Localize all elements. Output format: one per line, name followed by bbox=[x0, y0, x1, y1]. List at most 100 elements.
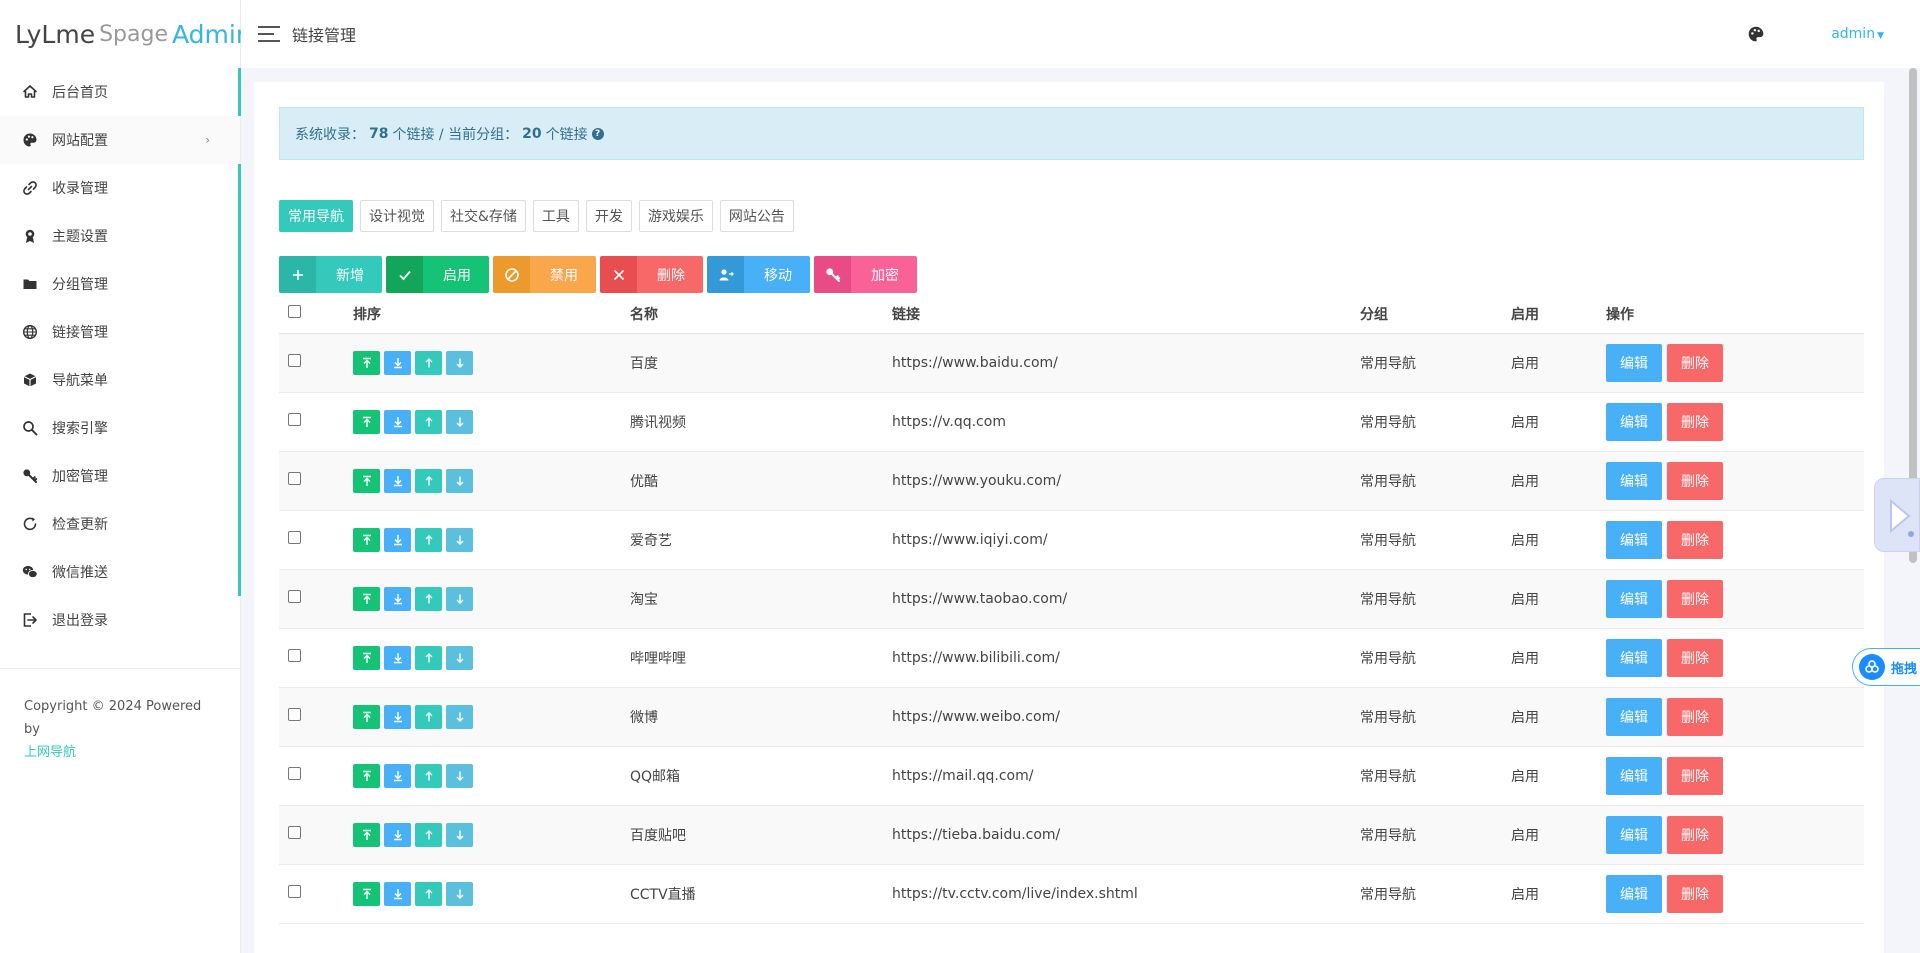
sidebar-item-search-engines[interactable]: 搜索引擎 bbox=[0, 404, 241, 452]
copyright-link[interactable]: 上网导航 bbox=[24, 745, 76, 760]
move-bottom-icon[interactable] bbox=[384, 763, 411, 788]
move-up-icon[interactable] bbox=[415, 645, 442, 670]
tab-games[interactable]: 游戏娱乐 bbox=[638, 200, 713, 232]
move-down-icon[interactable] bbox=[446, 822, 473, 847]
move-top-icon[interactable] bbox=[353, 409, 380, 434]
move-button[interactable]: 移动 bbox=[707, 256, 810, 293]
move-bottom-icon[interactable] bbox=[384, 586, 411, 611]
row-checkbox[interactable] bbox=[288, 649, 301, 662]
sidebar-item-links[interactable]: 链接管理 bbox=[0, 308, 241, 356]
edit-button[interactable]: 编辑 bbox=[1606, 815, 1662, 854]
row-checkbox[interactable] bbox=[288, 354, 301, 367]
row-checkbox[interactable] bbox=[288, 885, 301, 898]
move-top-icon[interactable] bbox=[353, 527, 380, 552]
row-delete-button[interactable]: 删除 bbox=[1667, 461, 1723, 500]
row-checkbox[interactable] bbox=[288, 708, 301, 721]
sidebar-item-site-config[interactable]: 网站配置 › bbox=[0, 116, 240, 164]
sidebar-item-groups[interactable]: 分组管理 bbox=[0, 260, 241, 308]
tab-announcements[interactable]: 网站公告 bbox=[719, 200, 794, 232]
move-down-icon[interactable] bbox=[446, 704, 473, 729]
enable-button[interactable]: 启用 bbox=[386, 256, 489, 293]
move-up-icon[interactable] bbox=[415, 763, 442, 788]
move-down-icon[interactable] bbox=[446, 409, 473, 434]
sidebar-item-encryption[interactable]: 加密管理 bbox=[0, 452, 241, 500]
move-up-icon[interactable] bbox=[415, 409, 442, 434]
sidebar-item-wechat-push[interactable]: 微信推送 bbox=[0, 548, 241, 596]
edit-button[interactable]: 编辑 bbox=[1606, 343, 1662, 382]
theme-palette-icon[interactable] bbox=[1747, 25, 1765, 43]
help-icon[interactable]: ? bbox=[591, 127, 604, 140]
row-delete-button[interactable]: 删除 bbox=[1667, 343, 1723, 382]
row-checkbox[interactable] bbox=[288, 531, 301, 544]
edit-button[interactable]: 编辑 bbox=[1606, 756, 1662, 795]
move-top-icon[interactable] bbox=[353, 468, 380, 493]
sidebar-item-dashboard[interactable]: 后台首页 bbox=[0, 68, 241, 116]
row-delete-button[interactable]: 删除 bbox=[1667, 579, 1723, 618]
move-top-icon[interactable] bbox=[353, 645, 380, 670]
edit-button[interactable]: 编辑 bbox=[1606, 874, 1662, 913]
move-up-icon[interactable] bbox=[415, 881, 442, 906]
edit-button[interactable]: 编辑 bbox=[1606, 520, 1662, 559]
move-up-icon[interactable] bbox=[415, 822, 442, 847]
move-top-icon[interactable] bbox=[353, 350, 380, 375]
move-down-icon[interactable] bbox=[446, 763, 473, 788]
move-up-icon[interactable] bbox=[415, 704, 442, 729]
sidebar-item-nav-menu[interactable]: 导航菜单 bbox=[0, 356, 241, 404]
encrypt-button[interactable]: 加密 bbox=[814, 256, 917, 293]
select-all-checkbox[interactable] bbox=[288, 305, 301, 319]
row-checkbox[interactable] bbox=[288, 413, 301, 426]
row-delete-button[interactable]: 删除 bbox=[1667, 520, 1723, 559]
row-delete-button[interactable]: 删除 bbox=[1667, 638, 1723, 677]
floating-drag-widget[interactable]: 拖拽 bbox=[1852, 648, 1920, 686]
move-bottom-icon[interactable] bbox=[384, 704, 411, 729]
move-bottom-icon[interactable] bbox=[384, 468, 411, 493]
move-down-icon[interactable] bbox=[446, 350, 473, 375]
move-top-icon[interactable] bbox=[353, 881, 380, 906]
move-bottom-icon[interactable] bbox=[384, 350, 411, 375]
sidebar-item-submissions[interactable]: 收录管理 bbox=[0, 164, 241, 212]
edit-button[interactable]: 编辑 bbox=[1606, 402, 1662, 441]
move-down-icon[interactable] bbox=[446, 586, 473, 611]
sidebar-item-check-update[interactable]: 检查更新 bbox=[0, 500, 241, 548]
tab-dev[interactable]: 开发 bbox=[585, 200, 632, 232]
move-bottom-icon[interactable] bbox=[384, 409, 411, 434]
delete-button[interactable]: 删除 bbox=[600, 256, 703, 293]
row-delete-button[interactable]: 删除 bbox=[1667, 402, 1723, 441]
add-button[interactable]: 新增 bbox=[279, 256, 382, 293]
edit-button[interactable]: 编辑 bbox=[1606, 461, 1662, 500]
edit-button[interactable]: 编辑 bbox=[1606, 638, 1662, 677]
row-checkbox[interactable] bbox=[288, 472, 301, 485]
move-top-icon[interactable] bbox=[353, 822, 380, 847]
move-up-icon[interactable] bbox=[415, 468, 442, 493]
row-checkbox[interactable] bbox=[288, 590, 301, 603]
move-down-icon[interactable] bbox=[446, 881, 473, 906]
edit-button[interactable]: 编辑 bbox=[1606, 697, 1662, 736]
move-bottom-icon[interactable] bbox=[384, 822, 411, 847]
tab-social-storage[interactable]: 社交&存储 bbox=[441, 200, 526, 232]
move-up-icon[interactable] bbox=[415, 350, 442, 375]
sidebar-item-theme[interactable]: 主题设置 bbox=[0, 212, 241, 260]
move-down-icon[interactable] bbox=[446, 468, 473, 493]
app-logo[interactable]: LyLme Spage Admin bbox=[0, 0, 252, 68]
floating-assistant-icon[interactable] bbox=[1874, 478, 1920, 552]
disable-button[interactable]: 禁用 bbox=[493, 256, 596, 293]
row-checkbox[interactable] bbox=[288, 826, 301, 839]
tab-tools[interactable]: 工具 bbox=[532, 200, 579, 232]
move-bottom-icon[interactable] bbox=[384, 645, 411, 670]
row-delete-button[interactable]: 删除 bbox=[1667, 697, 1723, 736]
move-up-icon[interactable] bbox=[415, 586, 442, 611]
edit-button[interactable]: 编辑 bbox=[1606, 579, 1662, 618]
row-delete-button[interactable]: 删除 bbox=[1667, 815, 1723, 854]
move-bottom-icon[interactable] bbox=[384, 527, 411, 552]
tab-design[interactable]: 设计视觉 bbox=[360, 200, 434, 232]
move-down-icon[interactable] bbox=[446, 645, 473, 670]
move-down-icon[interactable] bbox=[446, 527, 473, 552]
row-delete-button[interactable]: 删除 bbox=[1667, 756, 1723, 795]
tab-common-nav[interactable]: 常用导航 bbox=[279, 200, 353, 232]
move-bottom-icon[interactable] bbox=[384, 881, 411, 906]
user-menu[interactable]: admin ▼ bbox=[1831, 26, 1884, 42]
move-top-icon[interactable] bbox=[353, 704, 380, 729]
move-up-icon[interactable] bbox=[415, 527, 442, 552]
sidebar-item-logout[interactable]: 退出登录 bbox=[0, 596, 240, 644]
move-top-icon[interactable] bbox=[353, 586, 380, 611]
